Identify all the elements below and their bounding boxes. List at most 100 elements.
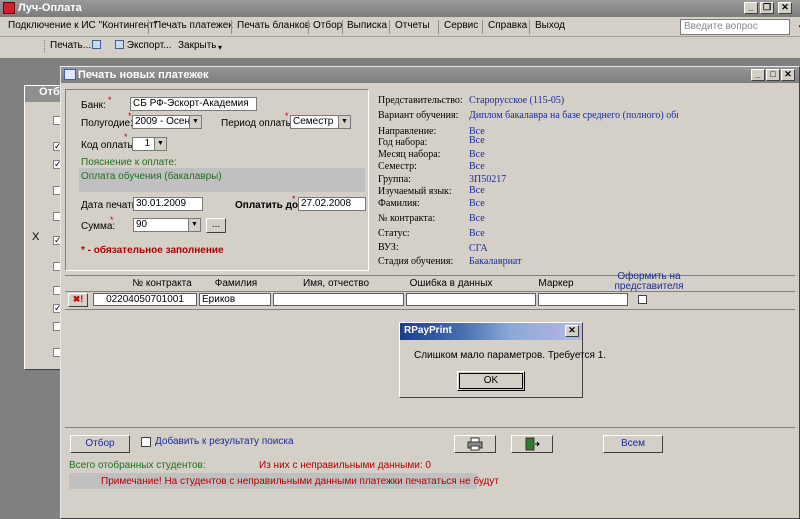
app-title: Луч-Оплата: [18, 2, 82, 14]
info-value-representation: Старорусское (115-05): [469, 95, 565, 106]
required-marker: *: [108, 95, 112, 105]
dialog-titlebar: RPayPrint ✕: [400, 323, 582, 340]
menu-separator: [529, 20, 530, 34]
info-label-month: Месяц набора:: [378, 149, 441, 160]
menu-exit[interactable]: Выход: [535, 20, 565, 31]
info-label-study-variant: Вариант обучения:: [378, 110, 459, 121]
info-value-stage: Бакалавриат: [469, 256, 522, 267]
info-label-language: Изучаемый язык:: [378, 186, 452, 197]
code-label: Код оплаты:: [81, 140, 138, 151]
menu-print-payments[interactable]: Печать платежек: [154, 20, 233, 31]
toolbar-options-icon[interactable]: ▾: [218, 43, 222, 52]
column-header-contract: № контракта: [132, 278, 192, 289]
ask-question-placeholder: Введите вопрос: [684, 21, 758, 32]
print-button[interactable]: [454, 435, 496, 453]
chevron-down-icon[interactable]: ▼: [154, 138, 166, 150]
bank-label: Банк:: [81, 100, 106, 111]
period-value: Семестр: [293, 116, 334, 127]
print-date-label: Дата печати: [81, 200, 138, 211]
required-marker: *: [285, 111, 289, 121]
required-marker: *: [124, 132, 128, 142]
warning-text: Примечание! На студентов с неправильными…: [101, 476, 499, 487]
info-value-status: Все: [469, 228, 485, 239]
toolbar-export-button[interactable]: Экспорт...: [114, 40, 172, 51]
chevron-down-icon[interactable]: ▼: [188, 219, 200, 231]
invalid-count-label: Из них с неправильными данными: 0: [259, 460, 431, 471]
sum-browse-button[interactable]: ...: [206, 218, 226, 233]
halfyear-value: 2009 - Осень: [135, 116, 196, 127]
info-label-group: Группа:: [378, 174, 411, 185]
column-header-name: Имя, отчество: [302, 278, 370, 289]
dialog-title: RPayPrint: [404, 325, 452, 336]
info-value-semester: Все: [469, 161, 485, 172]
toolbar-grip[interactable]: [44, 40, 47, 53]
info-value-surname: Все: [469, 198, 485, 209]
add-to-result-checkbox[interactable]: [141, 437, 151, 447]
export-icon: [115, 40, 124, 49]
window-title: Печать новых платежек: [78, 69, 209, 81]
menu-separator: [438, 20, 439, 34]
sum-select[interactable]: 90 ▼: [133, 218, 201, 232]
menu-service[interactable]: Сервис: [444, 20, 478, 31]
menu-bar: Подключение к ИС "Контингент" Печать пла…: [0, 17, 800, 37]
info-label-semester: Семестр:: [378, 161, 417, 172]
info-value-study-variant: Диплом бакалавра на базе среднего (полно…: [469, 110, 678, 121]
menu-print-blanks[interactable]: Печать бланков: [237, 20, 310, 31]
info-value-language: Все: [469, 185, 485, 196]
background-window-x: X: [32, 231, 40, 243]
required-marker: *: [110, 215, 114, 225]
window-icon: [64, 69, 76, 80]
window-close-button[interactable]: ✕: [781, 69, 795, 81]
dialog-ok-button[interactable]: OK: [457, 371, 525, 391]
chevron-down-icon[interactable]: ▼: [189, 116, 201, 128]
dialog-close-button[interactable]: ✕: [565, 325, 579, 337]
menu-separator: [342, 20, 343, 34]
halfyear-label: Полугодие:: [81, 118, 133, 129]
delete-row-icon: ✖!: [72, 294, 84, 304]
info-value-contract: Все: [469, 213, 485, 224]
all-button[interactable]: Всем: [603, 435, 663, 453]
pay-until-field[interactable]: 27.02.2008: [298, 197, 366, 211]
app-close-button[interactable]: ✕: [778, 2, 792, 14]
filter-button[interactable]: Отбор: [70, 435, 130, 453]
bank-field[interactable]: СБ РФ-Эскорт-Академия: [130, 97, 257, 111]
menu-filter[interactable]: Отбор: [313, 20, 342, 31]
row-name-cell[interactable]: [273, 293, 404, 306]
toolbar-close-button[interactable]: Закрыть: [178, 40, 217, 51]
menu-connect[interactable]: Подключение к ИС "Контингент": [8, 20, 157, 31]
chevron-down-icon[interactable]: ▼: [338, 116, 350, 128]
info-value-university: СГА: [469, 243, 488, 254]
table-header-divider: [65, 291, 795, 292]
info-label-representation: Представительство:: [378, 95, 463, 106]
app-titlebar: Луч-Оплата _ ❐ ✕: [0, 0, 800, 17]
row-marker-cell[interactable]: [538, 293, 628, 306]
menu-separator: [482, 20, 483, 34]
window-restore-button[interactable]: □: [766, 69, 780, 81]
code-select[interactable]: 1 ▼: [132, 137, 167, 151]
menu-help[interactable]: Справка: [488, 20, 527, 31]
menu-reports[interactable]: Отчеты: [395, 20, 430, 31]
halfyear-select[interactable]: 2009 - Осень ▼: [132, 115, 202, 129]
row-contract-cell[interactable]: 02204050701001: [93, 293, 197, 306]
ask-question-input[interactable]: Введите вопрос ▼: [680, 19, 800, 35]
info-label-year: Год набора:: [378, 137, 428, 148]
period-select[interactable]: Семестр ▼: [290, 115, 351, 129]
delete-row-button[interactable]: ✖!: [68, 293, 88, 307]
print-date-field[interactable]: 30.01.2009: [133, 197, 203, 211]
info-label-contract: № контракта:: [378, 213, 436, 224]
column-header-surname: Фамилия: [214, 278, 258, 289]
row-representative-checkbox[interactable]: [638, 295, 647, 304]
toolbar-print-button[interactable]: Печать...: [50, 40, 102, 51]
app-minimize-button[interactable]: _: [744, 2, 758, 14]
toolbar-export-label: Экспорт...: [126, 40, 172, 51]
exit-button[interactable]: [511, 435, 553, 453]
app-restore-button[interactable]: ❐: [760, 2, 774, 14]
menu-statement[interactable]: Выписка: [347, 20, 387, 31]
dialog-message: Слишком мало параметров. Требуется 1.: [414, 350, 607, 361]
column-header-error: Ошибка в данных: [409, 278, 493, 289]
row-error-cell[interactable]: [406, 293, 536, 306]
row-surname-cell[interactable]: Ериков: [199, 293, 271, 306]
required-marker: *: [128, 111, 132, 121]
window-minimize-button[interactable]: _: [751, 69, 765, 81]
printer-icon: [467, 437, 483, 451]
